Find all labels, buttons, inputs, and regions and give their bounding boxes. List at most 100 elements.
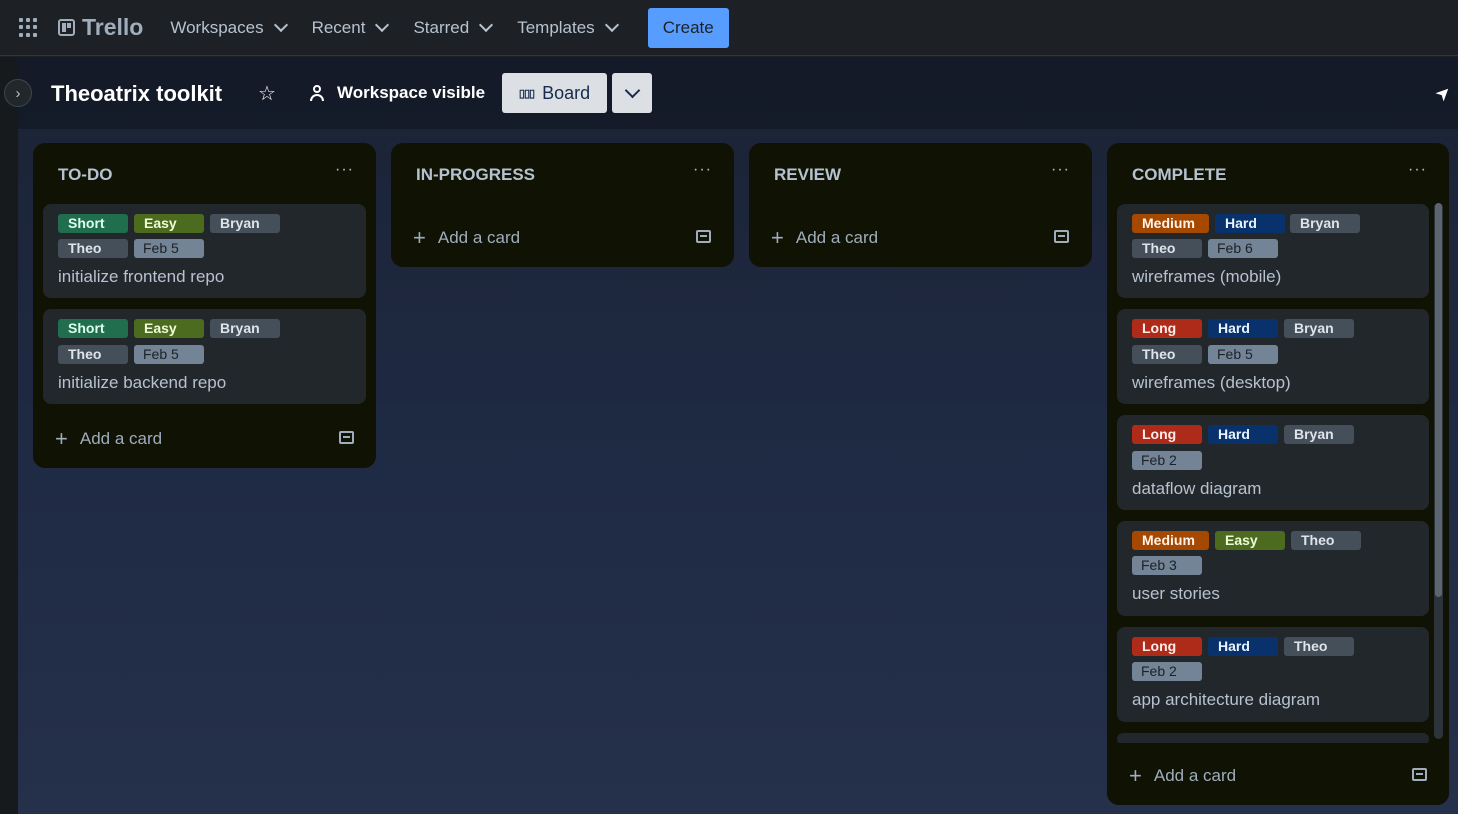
list-review: REVIEW ··· + Add a card (749, 143, 1092, 267)
label-bryan[interactable]: Bryan (210, 214, 280, 233)
card-title: initialize frontend repo (58, 267, 225, 286)
label-short[interactable]: Short (58, 214, 128, 233)
add-card-label: Add a card (1153, 766, 1237, 785)
nav-templates[interactable]: Templates (504, 8, 629, 48)
due-date-badge[interactable]: Feb 5 (134, 345, 204, 364)
trello-logo[interactable]: Trello (58, 14, 143, 41)
board-view-label: Board (542, 82, 591, 103)
due-date-badge[interactable]: Feb 6 (1208, 239, 1278, 258)
card-template-icon[interactable] (339, 431, 354, 444)
add-card-label: Add a card (437, 228, 521, 247)
card[interactable]: Long Hard Bryan Feb 2 dataflow diagram (1117, 415, 1429, 510)
create-button[interactable]: Create (647, 7, 729, 48)
label-easy[interactable]: Easy (134, 214, 204, 233)
card-template-icon[interactable] (696, 230, 711, 243)
label-hard[interactable]: Hard (1208, 319, 1278, 338)
card-title: dataflow diagram (1132, 479, 1262, 498)
view-switcher-dropdown[interactable] (612, 73, 652, 113)
label-hard[interactable]: Hard (1208, 637, 1278, 656)
nav-starred[interactable]: Starred (400, 8, 504, 48)
label-theo[interactable]: Theo (58, 239, 128, 258)
more-icon[interactable]: ··· (1408, 161, 1427, 179)
list-title[interactable]: COMPLETE (1132, 165, 1226, 185)
nav-recent-label: Recent (311, 17, 366, 37)
chevron-down-icon (604, 17, 619, 33)
nav-workspaces-label: Workspaces (170, 17, 264, 37)
more-icon[interactable]: ··· (1051, 161, 1070, 179)
board-title[interactable]: Theoatrix toolkit (51, 81, 222, 107)
card[interactable]: Long Hard Theo Feb 2 app architecture di… (1117, 627, 1429, 722)
card[interactable]: Short Easy Bryan Theo Feb 5 initialize f… (43, 204, 366, 298)
label-theo[interactable]: Theo (1132, 345, 1202, 364)
label-bryan[interactable]: Bryan (210, 319, 280, 338)
nav-recent[interactable]: Recent (299, 8, 401, 48)
label-long[interactable]: Long (1132, 319, 1202, 338)
card-title: wireframes (mobile) (1132, 267, 1282, 286)
trello-logo-icon (58, 19, 75, 36)
list-title[interactable]: REVIEW (774, 165, 841, 185)
due-date-badge[interactable]: Feb 5 (134, 239, 204, 258)
card[interactable]: Medium Easy Theo Feb 3 user stories (1117, 521, 1429, 616)
board-view-button[interactable]: ▯▯▯ Board (502, 73, 607, 113)
card-title: app architecture diagram (1132, 690, 1321, 709)
label-theo[interactable]: Theo (58, 345, 128, 364)
label-easy[interactable]: Easy (1215, 531, 1285, 550)
add-card-button[interactable]: + Add a card (771, 225, 878, 251)
chevron-down-icon (375, 17, 390, 33)
label-theo[interactable]: Theo (1132, 239, 1202, 258)
due-date-badge[interactable]: Feb 2 (1132, 662, 1202, 681)
card-title: user stories (1132, 584, 1220, 603)
list-todo: TO-DO ··· Short Easy Bryan Theo Feb 5 in… (33, 143, 376, 468)
label-short[interactable]: Short (58, 319, 128, 338)
label-bryan[interactable]: Bryan (1290, 214, 1360, 233)
due-date-badge[interactable]: Feb 5 (1208, 345, 1278, 364)
due-date-badge[interactable]: Feb 2 (1132, 451, 1202, 470)
card-title: initialize backend repo (58, 373, 227, 392)
card-template-icon[interactable] (1054, 230, 1069, 243)
list-title[interactable]: IN-PROGRESS (416, 165, 535, 185)
label-easy[interactable]: Easy (134, 319, 204, 338)
add-card-button[interactable]: + Add a card (55, 426, 162, 452)
app-switcher-icon[interactable] (19, 17, 39, 38)
add-card-button[interactable]: + Add a card (413, 225, 520, 251)
star-icon[interactable]: ☆ (258, 81, 276, 106)
nav-workspaces[interactable]: Workspaces (157, 8, 298, 48)
chevron-down-icon (273, 17, 288, 33)
due-date-badge[interactable]: Feb 3 (1132, 556, 1202, 575)
card[interactable]: Short Easy Bryan Theo Feb 5 initialize b… (43, 309, 366, 404)
expand-sidebar-button[interactable]: › (4, 79, 32, 107)
label-theo[interactable]: Theo (1291, 531, 1361, 550)
nav-templates-label: Templates (517, 17, 595, 37)
label-bryan[interactable]: Bryan (1284, 319, 1354, 338)
visibility-label: Workspace visible (337, 83, 486, 102)
add-card-label: Add a card (79, 429, 163, 448)
label-theo[interactable]: Theo (1284, 637, 1354, 656)
label-long[interactable]: Long (1132, 637, 1202, 656)
chevron-right-icon: › (15, 84, 21, 102)
card[interactable]: Long Hard Bryan Theo Feb 5 wireframes (d… (1117, 309, 1429, 404)
card[interactable]: Medium Hard Bryan Theo Feb 6 wireframes … (1117, 204, 1429, 298)
more-icon[interactable]: ··· (335, 161, 354, 179)
more-icon[interactable]: ··· (693, 161, 712, 179)
label-medium[interactable]: Medium (1132, 214, 1209, 233)
card-title: wireframes (desktop) (1132, 373, 1291, 392)
plus-icon: + (55, 426, 68, 451)
label-bryan[interactable]: Bryan (1284, 425, 1354, 444)
label-long[interactable]: Long (1132, 425, 1202, 444)
add-card-button[interactable]: + Add a card (1129, 763, 1236, 789)
plus-icon: + (1129, 763, 1142, 788)
add-card-label: Add a card (795, 228, 879, 247)
plus-icon: + (771, 225, 784, 250)
collapsed-sidebar (0, 57, 18, 814)
visibility-button[interactable]: Workspace visible (309, 83, 485, 103)
board-icon: ▯▯▯ (518, 87, 535, 100)
label-medium[interactable]: Medium (1132, 531, 1209, 550)
chevron-down-icon (624, 82, 640, 99)
card-template-icon[interactable] (1412, 768, 1427, 781)
plus-icon: + (413, 225, 426, 250)
label-hard[interactable]: Hard (1208, 425, 1278, 444)
label-hard[interactable]: Hard (1215, 214, 1285, 233)
chevron-down-icon (479, 17, 494, 33)
list-scrollbar-thumb[interactable] (1435, 203, 1442, 597)
list-title[interactable]: TO-DO (58, 165, 112, 185)
